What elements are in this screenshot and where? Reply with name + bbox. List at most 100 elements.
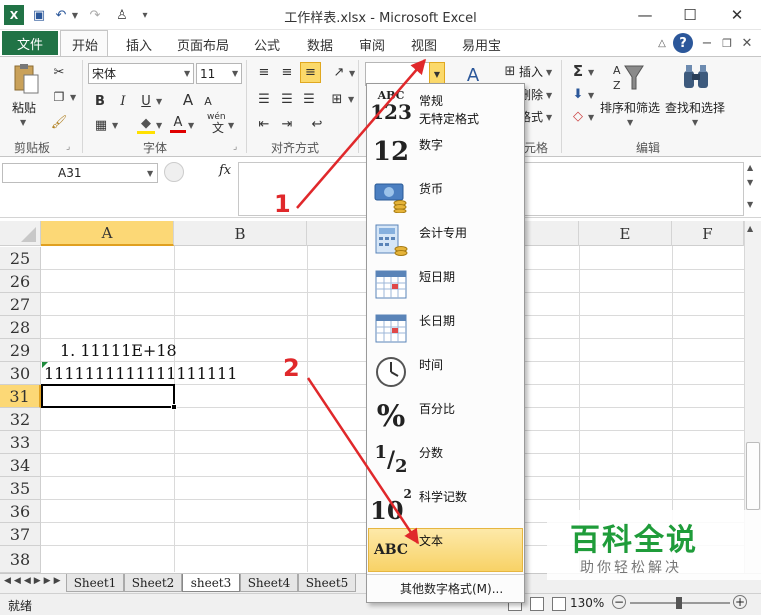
clear-eraser-icon[interactable]: ◇	[570, 107, 586, 125]
font-color-dropdown-icon[interactable]: ▼	[188, 121, 194, 130]
format-dropdown-icon[interactable]: ▼	[546, 113, 552, 122]
format-painter-icon[interactable]: 🖌	[50, 113, 68, 131]
row-header-30[interactable]: 30	[0, 362, 41, 385]
insert-cells-icon[interactable]: ⊞	[502, 63, 518, 79]
collapse-ribbon-icon[interactable]: △	[653, 34, 671, 52]
find-select-label[interactable]: 查找和选择	[665, 99, 725, 116]
fill-down-icon[interactable]: ⬇	[570, 85, 586, 103]
paste-dropdown-icon[interactable]: ▼	[20, 118, 26, 127]
sheet-tab-sheet2[interactable]: Sheet2	[124, 574, 182, 592]
scroll-thumb[interactable]	[746, 442, 760, 510]
wrap-text-icon[interactable]: ↩	[308, 115, 326, 133]
find-dropdown-icon[interactable]: ▼	[692, 118, 698, 127]
font-color-button[interactable]: A	[170, 115, 186, 133]
row-header-25[interactable]: 25	[0, 247, 41, 270]
column-header-f[interactable]: F	[672, 221, 744, 246]
zoom-slider-thumb[interactable]	[676, 597, 682, 609]
tab-insert[interactable]: 插入	[126, 35, 152, 54]
minimize-button[interactable]: —	[630, 4, 660, 26]
page-break-view-icon[interactable]	[552, 597, 566, 611]
autosum-button[interactable]: Σ	[570, 62, 586, 80]
sort-filter-funnel-icon[interactable]: AZ	[612, 61, 646, 93]
bold-button[interactable]: B	[92, 92, 108, 110]
borders-dropdown-icon[interactable]: ▼	[112, 121, 118, 130]
find-binoculars-icon[interactable]	[680, 62, 712, 92]
formula-expand-icon[interactable]: ▼	[747, 200, 753, 209]
clipboard-launcher-icon[interactable]: ⌟	[66, 142, 70, 152]
font-size-dropdown-icon[interactable]: ▼	[232, 69, 238, 78]
align-middle-icon[interactable]: ≡	[278, 63, 296, 81]
merge-center-icon[interactable]: ⊞	[328, 90, 346, 108]
borders-icon[interactable]: ▦	[92, 116, 110, 134]
copy-icon[interactable]: ❐	[50, 88, 68, 106]
zoom-level[interactable]: 130%	[570, 596, 604, 610]
column-header-e[interactable]: E	[579, 221, 672, 246]
align-right-icon[interactable]: ☰	[300, 90, 318, 108]
row-header-33[interactable]: 33	[0, 431, 41, 454]
align-center-icon[interactable]: ☰	[278, 90, 296, 108]
formula-scroll-down-icon[interactable]: ▼	[747, 178, 753, 187]
tab-data[interactable]: 数据	[307, 35, 333, 54]
tab-easy-tools[interactable]: 易用宝	[462, 35, 501, 54]
insert-cells-label[interactable]: 插入	[519, 63, 543, 80]
merge-dropdown-icon[interactable]: ▼	[348, 95, 354, 104]
select-all-corner[interactable]	[0, 221, 41, 246]
row-header-31[interactable]: 31	[0, 385, 41, 408]
column-header-a[interactable]: A	[41, 221, 174, 246]
row-header-38[interactable]: 38	[0, 546, 41, 573]
font-launcher-icon[interactable]: ⌟	[233, 142, 237, 152]
italic-button[interactable]: I	[115, 92, 131, 110]
underline-button[interactable]: U	[138, 92, 154, 110]
more-number-formats[interactable]: 其他数字格式(M)...	[400, 580, 503, 597]
row-header-36[interactable]: 36	[0, 500, 41, 523]
orientation-icon[interactable]: ↗	[330, 63, 348, 81]
sheet-tab-sheet3[interactable]: sheet3	[182, 574, 240, 592]
name-box-dropdown-icon[interactable]: ▼	[147, 169, 153, 178]
insert-function-button[interactable]: fx	[219, 163, 231, 178]
cell-a30[interactable]: 1111111111111111111	[44, 364, 237, 383]
align-bottom-icon[interactable]: ≡	[300, 62, 321, 83]
delete-dropdown-icon[interactable]: ▼	[546, 91, 552, 100]
copy-dropdown-icon[interactable]: ▼	[70, 93, 76, 102]
zoom-out-icon[interactable]: −	[612, 595, 626, 609]
phonetic-dropdown-icon[interactable]: ▼	[228, 121, 234, 130]
row-header-32[interactable]: 32	[0, 408, 41, 431]
row-header-34[interactable]: 34	[0, 454, 41, 477]
workbook-restore-icon[interactable]: ❐	[718, 34, 736, 52]
tab-formulas[interactable]: 公式	[254, 35, 280, 54]
sheet-tab-sheet5[interactable]: Sheet5	[298, 574, 356, 592]
clear-dropdown-icon[interactable]: ▼	[588, 113, 594, 122]
maximize-button[interactable]: ☐	[675, 4, 705, 26]
column-header-b[interactable]: B	[174, 221, 307, 246]
align-top-icon[interactable]: ≡	[255, 63, 273, 81]
row-header-27[interactable]: 27	[0, 293, 41, 316]
sheet-tab-sheet1[interactable]: Sheet1	[66, 574, 124, 592]
font-name-dropdown-icon[interactable]: ▼	[184, 69, 190, 78]
cell-a29[interactable]: 1. 11111E+18	[60, 341, 177, 360]
scroll-up-arrow-icon[interactable]: ▲	[747, 224, 753, 233]
workbook-close-icon[interactable]: ✕	[738, 34, 756, 52]
row-header-35[interactable]: 35	[0, 477, 41, 500]
sheet-tab-sheet4[interactable]: Sheet4	[240, 574, 298, 592]
tab-home[interactable]: 开始	[72, 35, 98, 54]
align-left-icon[interactable]: ☰	[255, 90, 273, 108]
name-box[interactable]: A31	[2, 163, 158, 183]
fill-color-dropdown-icon[interactable]: ▼	[156, 121, 162, 130]
font-name-combo[interactable]: 宋体	[88, 63, 194, 84]
tab-file[interactable]: 文件	[2, 31, 58, 55]
fill-handle[interactable]	[171, 404, 177, 410]
fill-dropdown-icon[interactable]: ▼	[588, 91, 594, 100]
decrease-indent-icon[interactable]: ⇤	[255, 115, 273, 133]
workbook-minimize-icon[interactable]: −	[698, 34, 716, 52]
paste-clipboard-icon[interactable]	[10, 62, 42, 96]
shrink-font-button[interactable]: A	[201, 93, 215, 109]
phonetic-guide-icon[interactable]: 文	[210, 120, 226, 135]
help-icon[interactable]: ?	[673, 33, 693, 53]
fill-color-bucket-icon[interactable]: ◆	[137, 116, 155, 134]
cut-scissors-icon[interactable]: ✂	[50, 63, 68, 81]
tab-page-layout[interactable]: 页面布局	[177, 35, 229, 54]
sheet-nav-arrows-icon[interactable]: ◀◀◀▶▶▶	[4, 576, 64, 586]
autosum-dropdown-icon[interactable]: ▼	[588, 68, 594, 77]
grow-font-button[interactable]: A	[180, 91, 196, 109]
page-layout-view-icon[interactable]	[530, 597, 544, 611]
